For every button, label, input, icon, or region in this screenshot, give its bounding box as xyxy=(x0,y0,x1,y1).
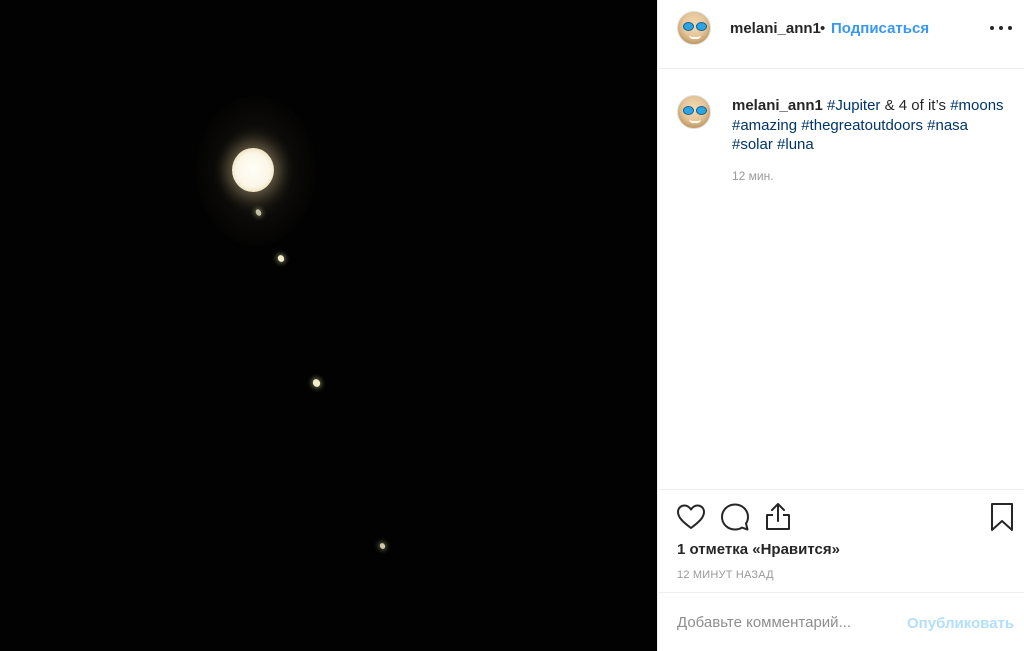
moon-4 xyxy=(378,542,387,550)
hashtag-link[interactable]: #amazing xyxy=(732,117,797,134)
bookmark-icon[interactable] xyxy=(986,501,1018,533)
post-timestamp[interactable]: 12 минут назад xyxy=(677,569,774,581)
caption-username-link[interactable]: melani_ann1 xyxy=(732,97,823,114)
heart-icon[interactable] xyxy=(675,501,707,533)
hashtag-link[interactable]: #solar xyxy=(732,136,773,153)
post-header: melani_ann1 • Подписаться xyxy=(658,0,1024,69)
caption-body: & 4 of it’s xyxy=(880,97,951,114)
post-photo[interactable] xyxy=(0,0,657,651)
more-horizontal-icon[interactable] xyxy=(990,25,1012,33)
comment-input[interactable] xyxy=(677,610,897,634)
comment-timestamp[interactable]: 12 мин. xyxy=(732,169,774,183)
action-bar: 1 отметка «Нравится» 12 минут назад xyxy=(658,489,1024,592)
hashtag-link[interactable]: #nasa xyxy=(927,117,968,134)
hashtag-link[interactable]: #moons xyxy=(950,97,1003,114)
moon-2 xyxy=(276,253,286,264)
jupiter-planet xyxy=(232,148,274,192)
publish-button[interactable]: Опубликовать xyxy=(907,615,1014,632)
separator-dot: • xyxy=(820,20,826,37)
post-sidebar: melani_ann1 • Подписаться melani_ann1 #J… xyxy=(657,0,1024,651)
username-link[interactable]: melani_ann1 xyxy=(730,20,821,37)
hashtag-link[interactable]: #thegreatoutdoors xyxy=(801,117,923,134)
likes-count[interactable]: 1 отметка «Нравится» xyxy=(677,541,840,558)
hashtag-link[interactable]: #luna xyxy=(777,136,814,153)
moon-3 xyxy=(311,377,322,389)
follow-button[interactable]: Подписаться xyxy=(831,20,929,37)
avatar[interactable] xyxy=(677,95,711,129)
caption-comment: melani_ann1 #Jupiter & 4 of it’s #moons … xyxy=(658,69,1024,489)
add-comment-section: Опубликовать xyxy=(658,592,1024,651)
sunglasses-icon xyxy=(683,22,707,31)
sunglasses-icon xyxy=(683,106,707,115)
avatar[interactable] xyxy=(677,11,711,45)
caption-text: melani_ann1 #Jupiter & 4 of it’s #moons … xyxy=(732,96,1012,155)
hashtag-link[interactable]: #Jupiter xyxy=(827,97,880,114)
comment-bubble-icon[interactable] xyxy=(719,501,751,533)
share-icon[interactable] xyxy=(762,501,794,533)
